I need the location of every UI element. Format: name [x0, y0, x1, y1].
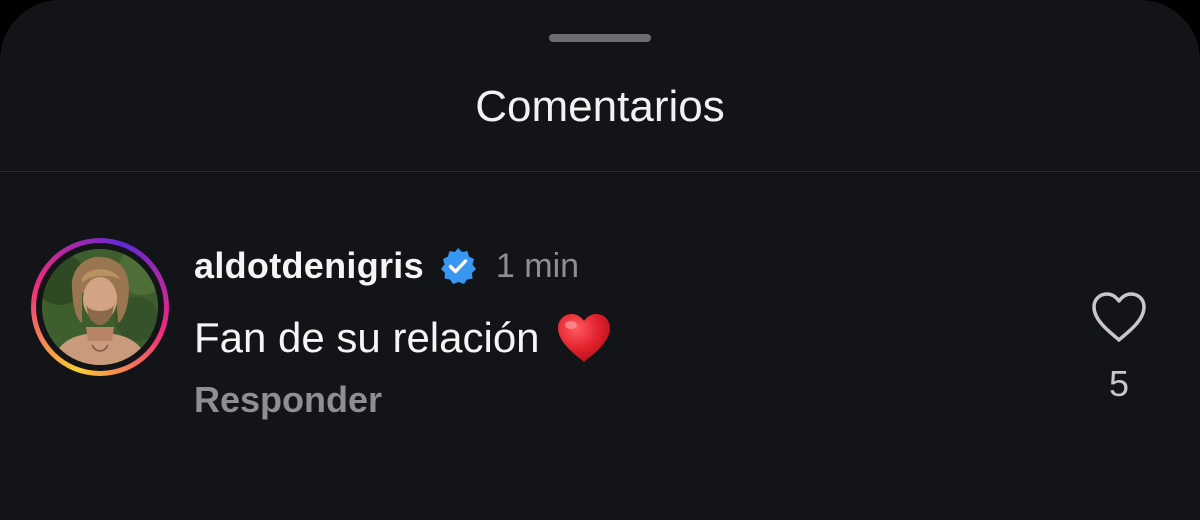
comments-sheet: Comentarios aldotdenigris 1 min Fan de s… [0, 0, 1200, 520]
username[interactable]: aldotdenigris [194, 245, 424, 287]
reply-button[interactable]: Responder [194, 378, 382, 422]
comment-timestamp: 1 min [495, 246, 580, 285]
avatar[interactable] [42, 249, 158, 365]
sheet-title: Comentarios [475, 82, 725, 131]
story-ring[interactable] [31, 238, 169, 376]
comment-body: Fan de su relación [194, 308, 612, 368]
like-count: 5 [1108, 363, 1130, 404]
avatar-image [42, 249, 158, 365]
verified-badge-icon [440, 248, 476, 284]
comment-text: Fan de su relación [194, 314, 540, 361]
red-heart-emoji [557, 314, 610, 362]
heart-outline-icon[interactable] [1090, 290, 1148, 344]
comment-header: aldotdenigris 1 min [194, 244, 579, 288]
comment-item: aldotdenigris 1 min Fan de su relación R… [0, 172, 1200, 468]
drag-handle[interactable] [549, 34, 651, 42]
